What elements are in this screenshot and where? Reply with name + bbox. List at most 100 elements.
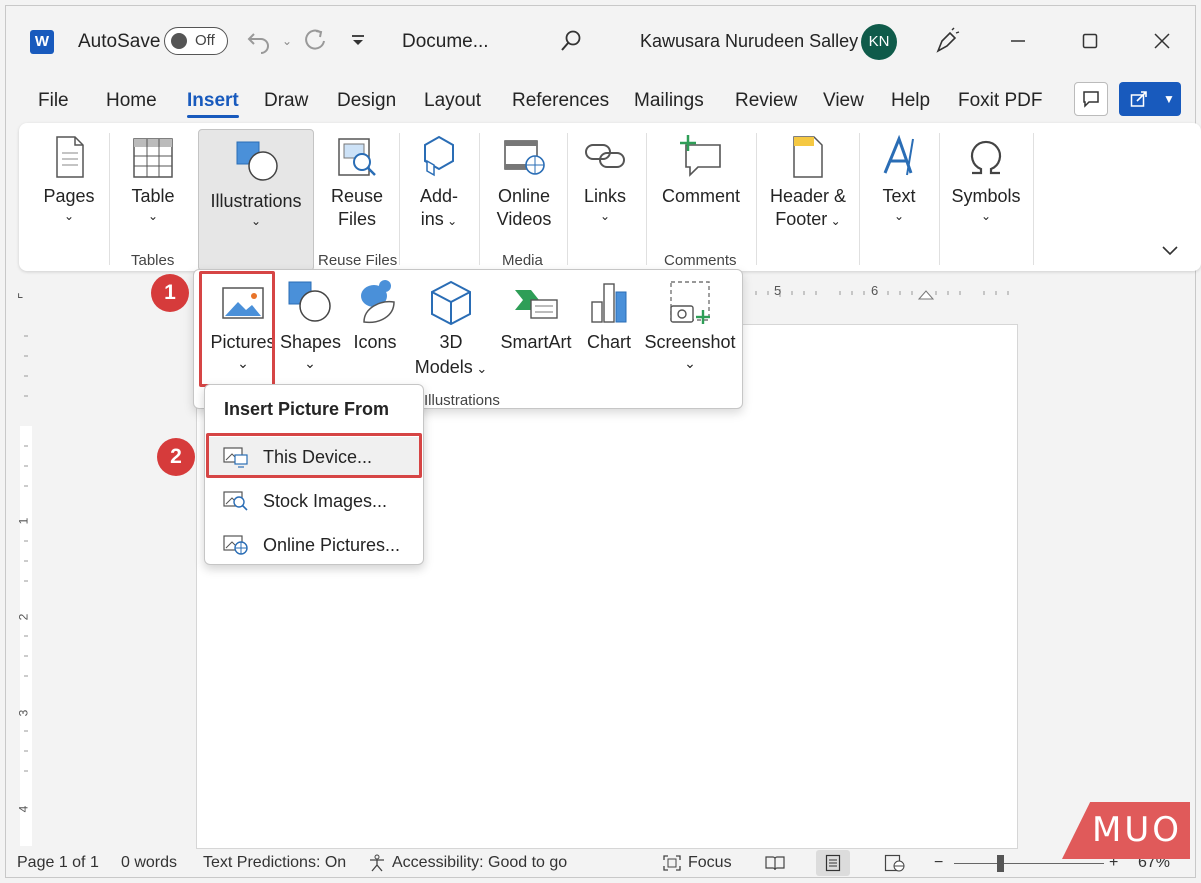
comment-label: Comment bbox=[661, 186, 741, 206]
illustrations-label: Illustrations bbox=[210, 191, 302, 211]
customize-toolbar-icon[interactable] bbox=[343, 26, 373, 56]
ribbon-separator bbox=[109, 133, 110, 265]
search-icon[interactable] bbox=[556, 26, 586, 56]
online-pictures-icon bbox=[223, 535, 248, 555]
tab-help[interactable]: Help bbox=[891, 90, 930, 112]
tab-draw[interactable]: Draw bbox=[264, 90, 308, 112]
undo-dropdown-icon[interactable]: ⌄ bbox=[272, 26, 302, 56]
shapes-button[interactable]: Shapes ⌄ bbox=[280, 278, 341, 371]
chart-label: Chart bbox=[586, 332, 631, 352]
3d-models-button[interactable]: 3D Models ⌄ bbox=[410, 278, 492, 381]
ribbon-tabs: File Home Insert Draw Design Layout Refe… bbox=[6, 86, 1195, 122]
shapes-icon bbox=[288, 281, 331, 322]
tab-review[interactable]: Review bbox=[735, 90, 797, 112]
ruler-mark: 1 bbox=[16, 517, 31, 525]
autosave-toggle[interactable]: Off bbox=[164, 27, 228, 55]
ribbon-separator bbox=[646, 133, 647, 265]
text-predictions-status[interactable]: Text Predictions: On bbox=[203, 854, 346, 872]
zoom-slider[interactable] bbox=[954, 863, 1104, 864]
comment-icon bbox=[1083, 91, 1099, 108]
maximize-button[interactable] bbox=[1075, 26, 1105, 56]
screenshot-button[interactable]: Screenshot ⌄ bbox=[642, 278, 738, 371]
ribbon: Pages ⌄ Table ⌄ Tables Illustrations ⌄ R… bbox=[19, 123, 1201, 271]
tab-home[interactable]: Home bbox=[106, 90, 157, 112]
table-button[interactable]: Table ⌄ bbox=[127, 131, 179, 224]
online-pictures-label: Online Pictures... bbox=[263, 534, 401, 555]
tab-foxit-pdf[interactable]: Foxit PDF bbox=[958, 90, 1042, 112]
user-name[interactable]: Kawusara Nurudeen Salley bbox=[640, 31, 858, 52]
chevron-down-icon: ⌄ bbox=[147, 209, 159, 223]
document-title[interactable]: Docume... bbox=[402, 31, 489, 53]
illustrations-button[interactable]: Illustrations ⌄ bbox=[198, 129, 314, 271]
text-button[interactable]: Text ⌄ bbox=[875, 131, 923, 224]
tab-design[interactable]: Design bbox=[337, 90, 396, 112]
add-ins-label-1: Add- bbox=[419, 186, 459, 206]
ruler-mark: 4 bbox=[16, 805, 31, 813]
tab-file[interactable]: File bbox=[38, 90, 69, 112]
add-ins-button[interactable]: Add- ins ⌄ bbox=[413, 131, 465, 233]
vertical-scrollbar[interactable] bbox=[1187, 276, 1195, 846]
minimize-button[interactable] bbox=[1003, 26, 1033, 56]
smartart-label: SmartArt bbox=[500, 332, 572, 352]
group-label-reuse-files: Reuse Files bbox=[318, 252, 398, 269]
word-count[interactable]: 0 words bbox=[121, 854, 177, 872]
this-device-highlight bbox=[206, 433, 422, 478]
avatar[interactable]: KN bbox=[861, 24, 897, 60]
tab-mailings[interactable]: Mailings bbox=[634, 90, 704, 112]
accessibility-icon bbox=[367, 854, 387, 877]
undo-icon[interactable] bbox=[244, 26, 274, 56]
read-mode-icon[interactable] bbox=[764, 854, 786, 877]
accessibility-status[interactable]: Accessibility: Good to go bbox=[392, 854, 567, 872]
ribbon-collapse-icon[interactable] bbox=[1161, 243, 1179, 261]
group-label-tables: Tables bbox=[131, 252, 175, 269]
redo-icon[interactable] bbox=[300, 26, 330, 56]
symbols-label: Symbols bbox=[951, 186, 1021, 206]
icons-label: Icons bbox=[353, 332, 397, 352]
chevron-down-icon: ⌄ bbox=[599, 209, 611, 223]
text-box-icon bbox=[883, 134, 914, 176]
header-footer-button[interactable]: Header & Footer ⌄ bbox=[767, 131, 849, 233]
add-ins-icon bbox=[424, 135, 454, 177]
pages-label: Pages bbox=[43, 186, 95, 206]
online-videos-button[interactable]: Online Videos bbox=[493, 131, 555, 231]
designer-pen-icon[interactable] bbox=[932, 26, 962, 56]
share-button[interactable]: ▼ bbox=[1119, 82, 1181, 116]
tab-view[interactable]: View bbox=[823, 90, 864, 112]
stock-images-menu-item[interactable]: Stock Images... bbox=[209, 481, 419, 521]
tab-layout[interactable]: Layout bbox=[424, 90, 481, 112]
chart-button[interactable]: Chart bbox=[580, 278, 638, 355]
toggle-knob bbox=[171, 33, 187, 49]
print-layout-icon[interactable] bbox=[816, 850, 850, 876]
links-button[interactable]: Links ⌄ bbox=[581, 131, 629, 224]
vertical-ruler[interactable]: 1 2 3 4 bbox=[14, 316, 38, 846]
reuse-files-label-2: Files bbox=[337, 209, 376, 229]
table-icon bbox=[133, 138, 173, 178]
status-bar: Page 1 of 1 0 words Text Predictions: On… bbox=[6, 846, 1195, 878]
zoom-slider-thumb[interactable] bbox=[997, 855, 1004, 872]
step-badge-1: 1 bbox=[151, 274, 189, 312]
group-label-comments: Comments bbox=[664, 252, 737, 269]
tab-selector-icon[interactable]: ⌞ bbox=[17, 284, 24, 301]
icons-button[interactable]: Icons bbox=[346, 278, 404, 355]
tab-references[interactable]: References bbox=[512, 90, 609, 112]
symbols-button[interactable]: Symbols ⌄ bbox=[949, 131, 1023, 224]
web-layout-icon[interactable] bbox=[884, 854, 906, 877]
pages-button[interactable]: Pages ⌄ bbox=[41, 131, 97, 224]
focus-button[interactable]: Focus bbox=[688, 854, 732, 872]
page-count[interactable]: Page 1 of 1 bbox=[17, 854, 99, 872]
smartart-button[interactable]: SmartArt bbox=[498, 278, 574, 355]
title-bar: W AutoSave Off ⌄ Docume... Kawusara Nuru… bbox=[6, 6, 1195, 76]
share-dropdown-icon[interactable]: ▼ bbox=[1163, 92, 1175, 106]
reuse-files-button[interactable]: Reuse Files bbox=[327, 131, 387, 231]
comments-button[interactable] bbox=[1074, 82, 1108, 116]
tab-insert[interactable]: Insert bbox=[187, 90, 239, 118]
online-pictures-menu-item[interactable]: Online Pictures... bbox=[209, 525, 419, 565]
zoom-out-icon[interactable]: − bbox=[934, 854, 943, 872]
comment-button[interactable]: Comment bbox=[657, 131, 745, 208]
close-button[interactable] bbox=[1147, 26, 1177, 56]
header-footer-label-1: Header & bbox=[769, 186, 847, 206]
chevron-down-icon: ⌄ bbox=[684, 355, 696, 371]
chevron-down-icon: ⌄ bbox=[250, 214, 262, 228]
cube-icon bbox=[431, 280, 471, 326]
stock-images-label: Stock Images... bbox=[263, 490, 388, 511]
